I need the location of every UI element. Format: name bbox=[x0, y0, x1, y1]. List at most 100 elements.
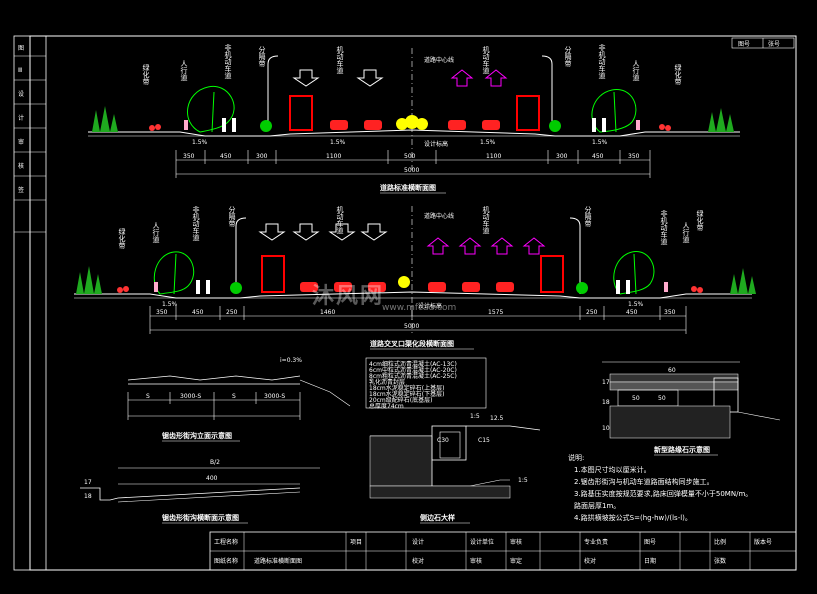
watermark: 沐风网 bbox=[312, 284, 385, 309]
zone-label: 人行道 bbox=[682, 222, 690, 244]
dimension-label: 350 bbox=[628, 153, 640, 160]
dimension-label: 50 bbox=[632, 395, 640, 402]
curb-detail: 4cm细粒式沥青混凝土(AC-13C) 6cm中粒式沥青混凝土(AC-20C) … bbox=[365, 357, 541, 524]
dimension-label: 50 bbox=[658, 395, 666, 402]
dimension-total: 5000 bbox=[404, 323, 419, 330]
zone-label: 非机动车道 bbox=[598, 43, 606, 80]
tb-sheet-no: 版本号 bbox=[754, 538, 772, 546]
zone-label: 分隔带 bbox=[564, 45, 572, 68]
sidewalk-detail-title: 新型路缘石示意图 bbox=[654, 445, 710, 454]
center-line-label: 道路中心线 bbox=[424, 212, 454, 220]
drawing-sheet: 图 Ⅲ 设 计 审 核 签 图号 张号 道路中心线 绿化带 人行道 非机动车道 … bbox=[13, 35, 797, 571]
left-strip-label: 设 bbox=[18, 90, 24, 98]
dimension-label: 250 bbox=[586, 309, 598, 316]
tb-approve: 审定 bbox=[510, 557, 522, 565]
zone-label: 绿化带 bbox=[142, 63, 150, 86]
note-item: 4.路拱横坡按公式S=(hg-hw)/(ls-l)。 bbox=[574, 513, 692, 522]
top-right-label: 图号 bbox=[738, 41, 750, 48]
tb-cell: 审核 bbox=[470, 557, 482, 565]
zone-label: 分隔带 bbox=[258, 45, 266, 68]
dimension-label: 17 bbox=[602, 379, 610, 386]
tb-cell: 图号 bbox=[644, 539, 656, 546]
cross-detail-title: 锯齿形街沟立面示意图 bbox=[162, 431, 232, 440]
slope-label: 1.5% bbox=[330, 139, 346, 146]
note-item: 2.锯齿形街沟与机动车道路面结构同步施工。 bbox=[574, 477, 714, 486]
left-strip-labels: 图 Ⅲ 设 计 审 核 签 bbox=[18, 45, 24, 194]
dimension-label: S bbox=[146, 393, 150, 400]
item-label: 项目 bbox=[350, 539, 362, 546]
slope-label: 1.5% bbox=[192, 139, 208, 146]
curb-detail-title: 侧边石大样 bbox=[420, 513, 455, 522]
zone-label: 非机动车道 bbox=[192, 205, 200, 242]
zone-label: 机动车道 bbox=[482, 45, 490, 75]
drawing-name-label: 图纸名称 bbox=[214, 557, 238, 565]
zone-label: 分隔带 bbox=[584, 205, 592, 228]
section2-title: 道路交叉口渠化段横断面图 bbox=[370, 339, 454, 348]
tree-icon bbox=[76, 251, 756, 295]
tb-review: 审核 bbox=[510, 538, 522, 546]
left-strip-label: 签 bbox=[18, 186, 24, 194]
tb-cell: 专业负责 bbox=[584, 538, 608, 546]
pavement-layer-list: 4cm细粒式沥青混凝土(AC-13C) 6cm中粒式沥青混凝土(AC-20C) … bbox=[369, 360, 457, 410]
gutter-detail-title: 锯齿形街沟横断面示意图 bbox=[162, 513, 239, 522]
zone-label: 绿化带 bbox=[118, 227, 126, 250]
sidewalk-detail: 60 50 50 17 18 10 新型路缘石示意图 bbox=[602, 361, 781, 456]
drawing-name: 道路标准横断面图 bbox=[254, 557, 302, 565]
dimension-label: 450 bbox=[626, 309, 638, 316]
dimension-label: 1100 bbox=[326, 153, 341, 160]
dimension-label: 1575 bbox=[488, 309, 503, 316]
note-item: 路面层厚1m。 bbox=[574, 501, 620, 510]
dimension-label: 1100 bbox=[486, 153, 501, 160]
note-item: 3.路基压实度按规范要求,路床回弹模量不小于50MN/m。 bbox=[574, 489, 752, 498]
notes: 说明: 1.本图尺寸均以厘米计。 2.锯齿形街沟与机动车道路面结构同步施工。 3… bbox=[568, 453, 752, 522]
zone-label: 机动车道 bbox=[336, 45, 344, 75]
left-strip-label: 审 bbox=[18, 138, 24, 146]
sawtooth-elevation-detail: i=0.3% S 3000-S S 3000-S 锯齿形街沟立面示意图 bbox=[127, 357, 351, 442]
tb-check: 校对 bbox=[412, 557, 424, 565]
dimension-label: 450 bbox=[192, 309, 204, 316]
slope-label: 1.5% bbox=[480, 139, 496, 146]
section2: 道路中心线 绿化带 人行道 非机动车道 分隔带 机动车道 机动车道 分隔带 非机… bbox=[74, 205, 756, 350]
median-shrub-icon bbox=[396, 115, 428, 130]
zone-label: 分隔带 bbox=[228, 205, 236, 228]
dimension-label: B/2 bbox=[210, 459, 220, 466]
dimension-label: 10 bbox=[602, 425, 610, 432]
dimension-label: 450 bbox=[220, 153, 232, 160]
zone-label: 机动车道 bbox=[482, 205, 490, 235]
zone-label: 非机动车道 bbox=[660, 209, 668, 246]
pavement-layer: 总厚度74cm bbox=[369, 402, 404, 410]
zone-label: 机动车道 bbox=[336, 205, 344, 235]
traffic-arrow-icon bbox=[292, 69, 508, 87]
section1-title: 道路标准横断面图 bbox=[380, 183, 436, 192]
curb-label: 1:5 bbox=[470, 413, 480, 420]
dimension-label: 400 bbox=[206, 475, 218, 482]
dimension-label: 350 bbox=[664, 309, 676, 316]
zone-label: 非机动车道 bbox=[224, 43, 232, 80]
left-strip-label: 图 bbox=[18, 45, 24, 52]
zone-label: 人行道 bbox=[152, 222, 160, 244]
tb-cell: 设计单位 bbox=[470, 538, 494, 546]
slope-label: 1.5% bbox=[162, 301, 178, 308]
dimension-label: 500 bbox=[404, 153, 416, 160]
dimension-label: 300 bbox=[556, 153, 568, 160]
note-item: 1.本图尺寸均以厘米计。 bbox=[574, 465, 651, 474]
project-name-label: 工程名称 bbox=[214, 538, 238, 546]
dimension-label: 18 bbox=[84, 493, 92, 500]
curb-label: 12.5 bbox=[490, 415, 504, 422]
left-strip-label: 计 bbox=[18, 114, 24, 122]
dimension-label: 3000-S bbox=[264, 393, 285, 400]
dimension-label: 3000-S bbox=[180, 393, 201, 400]
dimension-label: 17 bbox=[84, 479, 92, 486]
tb-cell: 比例 bbox=[714, 538, 726, 546]
tb-design: 设计 bbox=[412, 538, 424, 546]
section1: 道路中心线 绿化带 人行道 非机动车道 分隔带 机动车道 机动车道 分隔带 非机… bbox=[88, 43, 740, 194]
zone-label: 人行道 bbox=[180, 60, 188, 82]
median-shrub-icon bbox=[398, 276, 410, 288]
dimension-label: 300 bbox=[256, 153, 268, 160]
title-block: 工程名称 图纸名称 道路标准横断面图 项目 设计 校对 设计单位 审核 审核 审… bbox=[209, 531, 797, 571]
dimension-label: 60 bbox=[668, 367, 676, 374]
curb-label: C15 bbox=[478, 437, 490, 444]
dimension-label: 1460 bbox=[320, 309, 335, 316]
dimension-label: 450 bbox=[592, 153, 604, 160]
curb-label: C30 bbox=[437, 437, 449, 444]
